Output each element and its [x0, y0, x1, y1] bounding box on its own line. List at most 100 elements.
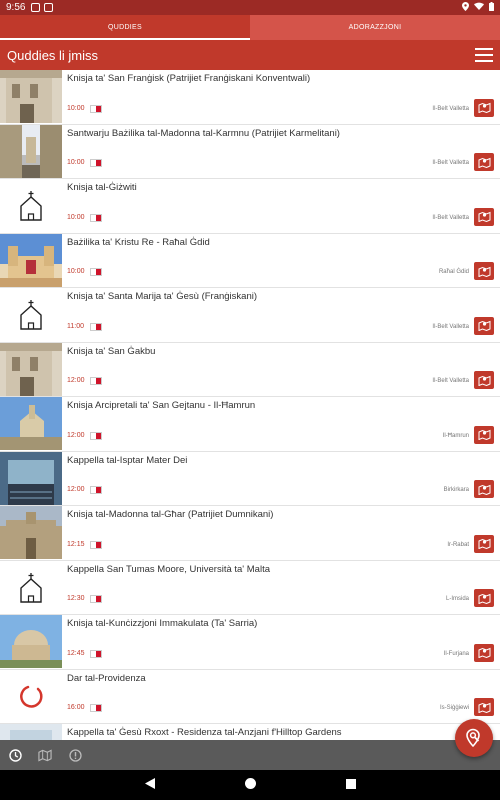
malta-flag-icon	[90, 159, 102, 167]
list-item[interactable]: Dar tal-Providenza 16:00 Is-Siġġiewi	[0, 669, 500, 724]
map-icon[interactable]	[38, 748, 52, 762]
church-photo	[0, 342, 62, 396]
list-item[interactable]: Kappella ta' Ġesù Rxoxt - Residenza tal-…	[0, 724, 500, 740]
church-name: Bażilika ta' Kristu Re - Raħal Ġdid	[67, 236, 210, 248]
mass-list: Knisja ta' San Franġisk (Patrijiet Franġ…	[0, 70, 500, 740]
church-photo	[0, 615, 62, 668]
church-photo	[0, 233, 62, 287]
list-item[interactable]: Knisja Arcipretali ta' San Gejtanu - Il-…	[0, 397, 500, 452]
church-name: Santwarju Bażilika tal-Madonna tal-Karmn…	[67, 127, 340, 139]
notification-icon	[31, 3, 41, 12]
tab-adorazzjoni[interactable]: ADORAZZJONI	[250, 15, 500, 40]
church-icon	[0, 288, 62, 341]
location-label: Ir-Rabat	[447, 541, 469, 548]
church-name: Knisja Arcipretali ta' San Gejtanu - Il-…	[67, 400, 256, 411]
status-bar: 9:56	[0, 0, 500, 15]
info-icon[interactable]	[68, 748, 82, 762]
list-item[interactable]: Bażilika ta' Kristu Re - Raħal Ġdid 10:00…	[0, 233, 500, 288]
app-header: Quddies li jmiss	[0, 40, 500, 70]
android-nav-bar	[0, 770, 500, 800]
map-icon	[478, 647, 490, 658]
church-name: Knisja ta' San Franġisk (Patrijiet Franġ…	[67, 73, 311, 84]
malta-flag-icon	[90, 540, 102, 549]
search-location-button[interactable]	[455, 719, 493, 757]
loading-spinner-icon	[0, 669, 62, 723]
recents-icon[interactable]	[345, 776, 356, 794]
church-name: Knisja ta' San Ġakbu	[67, 345, 156, 357]
list-item[interactable]: Knisja ta' San Ġakbu 12:00 Il-Belt Vallett…	[0, 342, 500, 397]
bottom-bar	[0, 740, 500, 770]
location-label: Il-Belt Valletta	[432, 214, 469, 221]
map-icon	[478, 266, 490, 277]
tab-bar: QUDDIES ADORAZZJONI	[0, 15, 500, 40]
mass-time: 10:00	[67, 159, 85, 166]
map-icon	[478, 484, 490, 495]
home-icon[interactable]	[244, 776, 256, 794]
mass-time: 16:00	[67, 704, 85, 711]
church-photo	[0, 124, 62, 178]
location-label: Birkirkara	[443, 487, 469, 493]
list-item[interactable]: Kappella San Tumas Moore, Università ta'…	[0, 560, 500, 615]
map-button[interactable]	[474, 425, 494, 444]
battery-icon	[489, 1, 494, 14]
list-item[interactable]: Santwarju Bażilika tal-Madonna tal-Karmn…	[0, 124, 500, 179]
map-button[interactable]	[474, 262, 494, 280]
church-photo	[0, 70, 62, 123]
wifi-icon	[474, 2, 484, 13]
back-icon[interactable]	[144, 776, 155, 794]
map-button[interactable]	[474, 316, 494, 335]
mass-time: 12:00	[67, 377, 85, 384]
map-button[interactable]	[474, 698, 494, 716]
malta-flag-icon	[90, 431, 102, 440]
church-photo	[0, 397, 62, 450]
malta-flag-icon	[90, 213, 102, 222]
church-name: Kappella San Tumas Moore, Università ta'…	[67, 563, 270, 575]
map-button[interactable]	[474, 589, 494, 607]
map-button[interactable]	[474, 371, 494, 389]
map-icon	[478, 538, 490, 549]
location-label: Il-Belt Valletta	[432, 378, 469, 384]
church-photo	[0, 451, 62, 505]
church-name: Kappella tal-Isptar Mater Dei	[67, 454, 188, 466]
church-name: Dar tal-Providenza	[67, 672, 146, 684]
church-name: Knisja tal-Ġiżwiti	[67, 182, 137, 193]
map-button[interactable]	[474, 480, 494, 498]
map-icon	[478, 211, 490, 222]
location-label: L-Imsida	[445, 596, 469, 602]
location-icon	[462, 1, 469, 14]
malta-flag-icon	[90, 377, 102, 385]
list-item[interactable]: Kappella tal-Isptar Mater Dei 12:00 Birkir…	[0, 451, 500, 506]
church-icon	[0, 179, 62, 232]
malta-flag-icon	[90, 268, 102, 276]
malta-flag-icon	[90, 595, 102, 603]
list-item[interactable]: Knisja tal-Kunċizzjoni Immakulata (Ta' S…	[0, 615, 500, 670]
map-button[interactable]	[474, 207, 494, 226]
map-icon	[478, 102, 490, 113]
malta-flag-icon	[90, 104, 102, 113]
mass-time: 12:15	[67, 540, 85, 548]
map-button[interactable]	[474, 153, 494, 171]
malta-flag-icon	[90, 649, 102, 658]
tab-quddies[interactable]: QUDDIES	[0, 15, 250, 40]
location-label: Il-Ħamrun	[442, 432, 469, 439]
list-item[interactable]: Knisja ta' San Franġisk (Patrijiet Franġ…	[0, 70, 500, 125]
list-item[interactable]: Knisja ta' Santa Marija ta' Ġesù (Franġi…	[0, 288, 500, 343]
map-button[interactable]	[474, 643, 494, 662]
location-label: Il-Belt Valletta	[432, 323, 469, 330]
malta-flag-icon	[90, 704, 102, 712]
location-label: Raħal Ġdid	[438, 269, 469, 275]
list-item[interactable]: Knisja tal-Ġiżwiti 10:00 Il-Belt Valletta	[0, 179, 500, 234]
mass-time: 12:30	[67, 595, 85, 602]
map-button[interactable]	[474, 98, 494, 117]
mass-time: 10:00	[67, 104, 85, 112]
church-photo	[0, 506, 62, 559]
status-time: 9:56	[6, 2, 26, 13]
map-button[interactable]	[474, 534, 494, 553]
mass-time: 10:00	[67, 268, 85, 275]
search-location-icon	[466, 728, 480, 748]
clock-icon[interactable]	[8, 748, 22, 762]
menu-icon[interactable]	[475, 48, 493, 62]
list-item[interactable]: Knisja tal-Madonna tal-Għar (Patrijiet D…	[0, 506, 500, 561]
location-label: Il-Furjana	[443, 650, 469, 657]
sd-card-icon	[44, 3, 54, 12]
